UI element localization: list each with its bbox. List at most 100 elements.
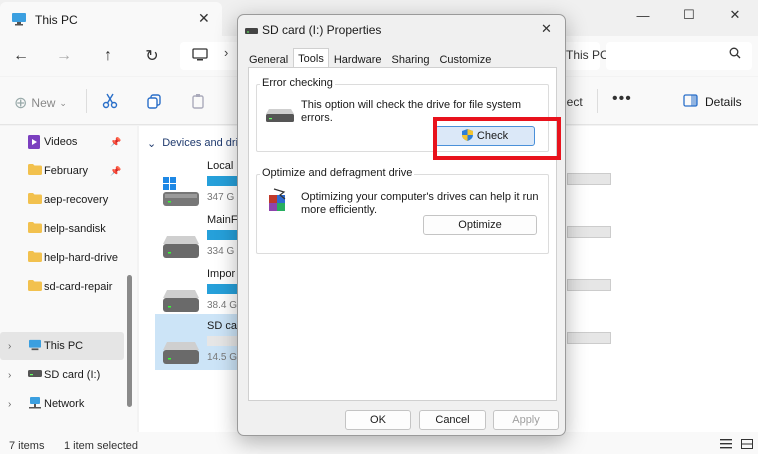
sidebar-item-label: aep-recovery (44, 194, 109, 206)
drive-name: MainF (207, 214, 238, 226)
tab-title: This PC (35, 13, 78, 27)
sidebar-item-sd-card[interactable]: › SD card (I:) (0, 361, 124, 389)
sidebar-item-label: February (44, 165, 89, 177)
folder-icon (28, 222, 42, 236)
sidebar-item-aep-recovery[interactable]: aep-recovery (0, 186, 124, 214)
drive-icon (28, 368, 42, 381)
sidebar-item-videos[interactable]: Videos 📌 (0, 128, 124, 156)
drive-size: 38.4 G (207, 300, 238, 311)
optimize-group: Optimize and defragment drive Optimizing… (256, 167, 549, 254)
chevron-right-icon[interactable]: › (8, 399, 11, 410)
sidebar-item-february[interactable]: February 📌 (0, 157, 124, 185)
sidebar-item-label: SD card (I:) (44, 369, 101, 381)
this-pc-icon (11, 12, 27, 29)
group-title: Optimize and defragment drive (260, 167, 415, 179)
folder-icon (28, 280, 42, 294)
chevron-down-icon: ⌄ (59, 97, 67, 108)
copy-icon[interactable] (144, 91, 164, 111)
drive-item-selected[interactable]: SD ca 14.5 G (155, 314, 239, 370)
sidebar-item-label: This PC (44, 340, 84, 352)
dialog-close-icon[interactable]: ✕ (541, 21, 552, 37)
this-pc-icon (28, 339, 42, 354)
breadcrumb-this-pc[interactable]: This PC (566, 48, 609, 62)
cut-icon[interactable] (100, 91, 120, 111)
sidebar-item-label: sd-card-repair (44, 281, 113, 293)
drive-item[interactable]: MainF 334 G (155, 208, 245, 264)
minimize-button[interactable]: — (620, 0, 666, 30)
details-label: Details (705, 95, 742, 109)
tiles-view-icon[interactable] (741, 439, 753, 452)
chevron-right-icon[interactable]: › (8, 341, 11, 352)
monitor-icon (192, 48, 208, 65)
close-button[interactable]: ✕ (712, 0, 758, 30)
new-button[interactable]: ⊕ New ⌄ (14, 93, 67, 113)
divider (597, 89, 598, 113)
apply-button[interactable]: Apply (493, 410, 559, 430)
drive-icon (266, 109, 294, 126)
sidebar-item-network[interactable]: › Network (0, 390, 124, 418)
folder-icon (28, 164, 42, 178)
paste-icon[interactable] (188, 91, 208, 111)
drive-item[interactable]: Impor 38.4 G (155, 262, 245, 318)
tools-panel: Error checking This option will check th… (248, 67, 561, 401)
search-icon (729, 47, 741, 62)
drive-size: 334 G (207, 246, 235, 257)
sidebar-scrollbar[interactable] (127, 275, 132, 407)
ok-button[interactable]: OK (345, 410, 411, 430)
drive-name: SD ca (207, 320, 237, 332)
cancel-button[interactable]: Cancel (419, 410, 486, 430)
dialog-footer: OK Cancel Apply (238, 401, 565, 435)
windows-drive-icon (161, 174, 201, 211)
section-label: Devices and dri (162, 137, 239, 149)
up-arrow-icon[interactable]: ↑ (95, 43, 121, 69)
defrag-icon (266, 188, 292, 217)
sidebar-item-help-sandisk[interactable]: help-sandisk (0, 215, 124, 243)
folder-icon (28, 251, 42, 265)
videos-folder-icon (28, 135, 40, 152)
drive-usage-bar (207, 284, 239, 294)
dialog-tabs: General Tools Hardware Sharing Customize (244, 48, 496, 68)
drive-icon (161, 228, 201, 263)
item-count: 7 items (9, 440, 45, 452)
tab-close-icon[interactable]: ✕ (198, 10, 210, 27)
drive-name: Local (207, 160, 234, 172)
drive-item[interactable]: Local 347 G (155, 154, 245, 210)
drive-usage-bar-tail (567, 226, 611, 238)
tab-general[interactable]: General (244, 50, 293, 68)
folder-icon (28, 193, 42, 207)
tab-sharing[interactable]: Sharing (387, 50, 435, 68)
drive-usage-bar-tail (567, 173, 611, 185)
properties-dialog: SD card (I:) Properties ✕ General Tools … (237, 14, 566, 436)
drive-usage-bar (207, 336, 239, 346)
drive-name: Impor (207, 268, 236, 280)
details-button[interactable]: Details (683, 94, 742, 110)
chevron-right-icon: › (224, 45, 229, 60)
toolbar-partial-label[interactable]: ject (564, 95, 583, 109)
divider (86, 89, 87, 113)
sidebar-item-label: help-sandisk (44, 223, 106, 235)
refresh-icon[interactable]: ↻ (139, 43, 165, 69)
optimize-description: Optimizing your computer's drives can he… (301, 191, 539, 216)
back-arrow-icon[interactable]: ← (8, 43, 34, 69)
tab-tools[interactable]: Tools (293, 48, 329, 68)
more-options-icon[interactable]: ••• (612, 90, 632, 108)
optimize-button[interactable]: Optimize (423, 215, 537, 235)
dialog-title: SD card (I:) Properties (262, 23, 382, 37)
sidebar-item-label: Videos (44, 136, 78, 148)
chevron-down-icon: ⌄ (147, 138, 157, 150)
tab-customize[interactable]: Customize (434, 50, 496, 68)
sidebar-item-help-hard-drive[interactable]: help-hard-drive (0, 244, 124, 272)
group-title: Error checking (260, 77, 335, 89)
tab-hardware[interactable]: Hardware (329, 50, 387, 68)
section-header[interactable]: ⌄ Devices and dri (147, 137, 238, 150)
maximize-button[interactable]: ☐ (666, 0, 712, 30)
drive-usage-bar (207, 176, 239, 186)
chevron-right-icon[interactable]: › (8, 370, 11, 381)
drive-usage-bar (207, 230, 239, 240)
tab-this-pc[interactable]: This PC ✕ (0, 2, 222, 36)
forward-arrow-icon[interactable]: → (51, 43, 77, 69)
sidebar-item-this-pc[interactable]: › This PC (0, 332, 124, 360)
sidebar-item-sd-card-repair[interactable]: sd-card-repair (0, 273, 124, 301)
details-view-icon[interactable] (720, 439, 732, 452)
new-label: New (31, 96, 56, 110)
